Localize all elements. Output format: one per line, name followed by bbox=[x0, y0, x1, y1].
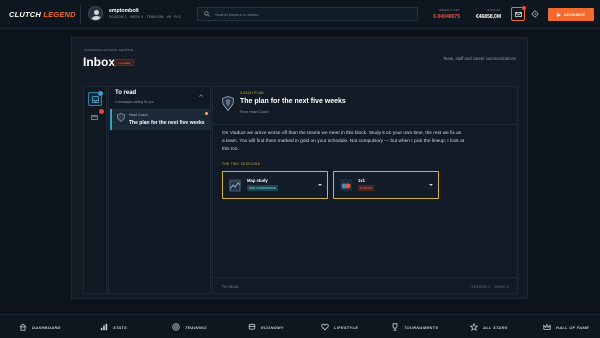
inbox-tray-icon bbox=[92, 96, 99, 103]
page-subtitle: Team, staff and career communications bbox=[442, 56, 516, 61]
advance-button[interactable]: ADVANCE bbox=[548, 8, 594, 21]
list-item-from: Head Coach bbox=[129, 113, 148, 117]
list-item-subject: The plan for the next five weeks bbox=[129, 120, 205, 126]
bottom-nav: DASHBOARD STATS TRAINING ECONOMY LIFESTY… bbox=[0, 314, 600, 338]
mail-icon bbox=[515, 12, 522, 17]
versus-icon bbox=[340, 179, 352, 191]
skill-chip: MAP KNOWLEDGE bbox=[247, 185, 278, 191]
divider bbox=[213, 277, 517, 278]
budget-label: BUDGET bbox=[487, 8, 501, 12]
nav-label: STATS bbox=[113, 324, 128, 330]
nav-training[interactable]: TRAINING bbox=[172, 315, 207, 338]
inbox-button[interactable] bbox=[511, 6, 526, 21]
unread-badge: 1 unread bbox=[114, 59, 134, 66]
folder-to-read[interactable] bbox=[88, 91, 103, 106]
list-heading: To read bbox=[115, 90, 137, 96]
session-name: 1v1 bbox=[358, 178, 365, 183]
avatar[interactable] bbox=[88, 6, 103, 21]
nav-label: LIFESTYLE bbox=[334, 324, 359, 330]
home-icon bbox=[19, 323, 27, 331]
top-bar: CLUTCH LEGEND emptombolt SEASON 2 · WEEK… bbox=[0, 0, 600, 29]
bars-icon bbox=[100, 323, 108, 331]
message-from: From Head Coach bbox=[240, 110, 269, 114]
team-crest-icon bbox=[222, 96, 234, 111]
nav-dashboard[interactable]: DASHBOARD bbox=[19, 315, 61, 338]
inbox-panel: COMMUNICATIONS CENTRE Inbox 1 unread Tea… bbox=[71, 37, 528, 299]
budget-value: €46858.0M bbox=[475, 14, 501, 20]
skill-chip: CLUTCH bbox=[358, 185, 375, 191]
sessions-heading: THE TWO SESSIONS bbox=[222, 162, 261, 166]
search-icon bbox=[204, 11, 210, 17]
heart-icon bbox=[321, 323, 329, 331]
crown-icon bbox=[543, 323, 551, 330]
logo-text: CLUTCH bbox=[9, 10, 42, 19]
chevron-down-icon bbox=[318, 184, 322, 186]
message-view: COACH PLAN The plan for the next five we… bbox=[212, 86, 518, 294]
nav-label: ALL STARS bbox=[483, 324, 508, 330]
collapse-icon[interactable] bbox=[198, 93, 204, 99]
divider bbox=[80, 5, 81, 24]
page-title: Inbox bbox=[83, 55, 115, 69]
weekly-net-label: WEEKLY NET bbox=[439, 8, 460, 12]
star-icon bbox=[470, 323, 478, 331]
unread-dot bbox=[98, 91, 103, 96]
advance-label: ADVANCE bbox=[563, 12, 586, 17]
target-icon bbox=[172, 323, 180, 331]
coins-icon bbox=[248, 323, 256, 330]
message-list: To read 1 messages waiting for you Head … bbox=[108, 86, 211, 294]
season-info: SEASON 2 · WEEK 6 · TEAM RIN · #5 · PLS bbox=[109, 15, 181, 19]
folder-rail bbox=[83, 86, 107, 294]
gear-icon[interactable] bbox=[531, 10, 539, 18]
folder-archive[interactable] bbox=[88, 109, 104, 125]
trophy-icon bbox=[392, 323, 398, 331]
nav-tournaments[interactable]: TOURNAMENTS bbox=[391, 315, 438, 338]
nav-label: TOURNAMENTS bbox=[404, 324, 439, 330]
archive-icon bbox=[91, 115, 98, 120]
nav-stats[interactable]: STATS bbox=[100, 315, 127, 338]
weekly-net: WEEKLY NET €-94048075 bbox=[429, 8, 460, 20]
session-name: Map study bbox=[247, 178, 268, 183]
alert-dot bbox=[99, 109, 104, 114]
message-date: SEASON 2 · WEEK 6 bbox=[471, 285, 509, 289]
message-body: On Viaduct we arrive worse off than the … bbox=[222, 131, 465, 152]
message-tag: COACH PLAN bbox=[240, 91, 264, 95]
nav-label: HALL OF FAME bbox=[556, 324, 590, 330]
shield-icon bbox=[117, 113, 125, 122]
nav-label: TRAINING bbox=[185, 324, 207, 330]
play-icon bbox=[556, 12, 561, 17]
nav-hall-of-fame[interactable]: HALL OF FAME bbox=[543, 315, 589, 338]
logo-accent-text: LEGEND bbox=[43, 10, 76, 19]
nav-label: DASHBOARD bbox=[32, 324, 61, 330]
nav-economy[interactable]: ECONOMY bbox=[248, 315, 284, 338]
session-card-map-study[interactable]: Map study MAP KNOWLEDGE bbox=[222, 171, 328, 199]
nav-label: ECONOMY bbox=[261, 324, 284, 330]
list-item[interactable]: Head Coach The plan for the next five we… bbox=[110, 109, 211, 130]
notification-dot bbox=[522, 6, 526, 10]
map-icon bbox=[229, 179, 241, 192]
nav-lifestyle[interactable]: LIFESTYLE bbox=[321, 315, 358, 338]
search-placeholder: Search players or teams bbox=[215, 12, 259, 17]
unread-marker bbox=[205, 112, 208, 115]
chevron-down-icon bbox=[429, 184, 433, 186]
message-status: TO READ bbox=[222, 285, 239, 289]
list-subheading: 1 messages waiting for you bbox=[115, 100, 154, 104]
budget: BUDGET €46858.0M bbox=[470, 8, 501, 20]
message-title: The plan for the next five weeks bbox=[240, 98, 346, 105]
page-overline: COMMUNICATIONS CENTRE bbox=[84, 48, 134, 52]
weekly-net-value: €-94048075 bbox=[433, 14, 460, 20]
username: emptombolt bbox=[109, 8, 139, 14]
avatar-head bbox=[94, 10, 99, 15]
avatar-body bbox=[91, 16, 102, 20]
app-logo[interactable]: CLUTCH LEGEND bbox=[9, 10, 76, 19]
divider bbox=[213, 124, 517, 125]
search-input[interactable]: Search players or teams bbox=[197, 7, 418, 21]
nav-all-stars[interactable]: ALL STARS bbox=[470, 315, 508, 338]
session-card-1v1[interactable]: 1v1 CLUTCH bbox=[333, 171, 439, 199]
